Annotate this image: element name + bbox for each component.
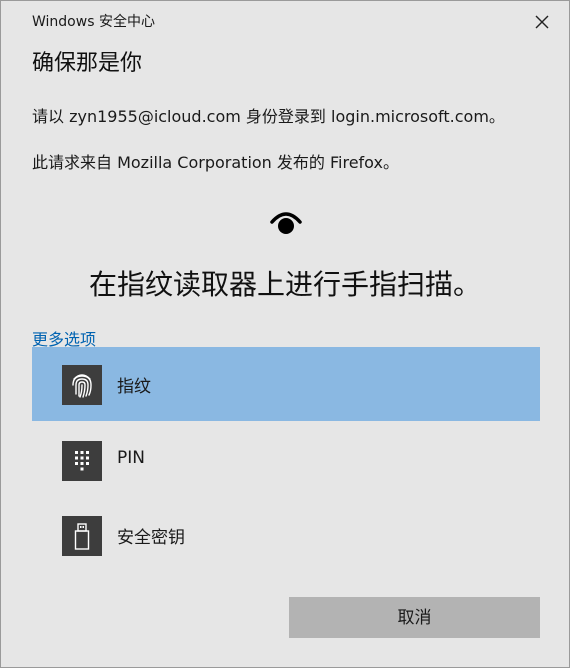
publisher-text: 此请求来自 Mozilla Corporation 发布的 Firefox。 <box>32 153 399 172</box>
dialog-heading: 确保那是你 <box>32 51 143 76</box>
close-button[interactable] <box>531 11 553 33</box>
cancel-button[interactable]: 取消 <box>289 597 540 638</box>
signin-account-text: 请以 zyn1955@icloud.com 身份登录到 login.micros… <box>32 107 505 126</box>
windows-security-dialog: Windows 安全中心 确保那是你 请以 zyn1955@icloud.com… <box>0 0 570 668</box>
usb-key-icon <box>62 516 102 556</box>
option-security-key[interactable]: 安全密钥 <box>32 498 540 572</box>
close-icon <box>535 15 549 29</box>
scan-prompt: 在指纹读取器上进行手指扫描。 <box>88 268 481 301</box>
fingerprint-icon <box>62 365 102 405</box>
option-security-key-label: 安全密钥 <box>117 528 185 548</box>
option-pin[interactable]: PIN <box>32 423 540 497</box>
option-fingerprint[interactable]: 指纹 <box>32 347 540 421</box>
biometric-eye-icon <box>270 212 302 234</box>
window-title: Windows 安全中心 <box>32 14 155 30</box>
option-fingerprint-label: 指纹 <box>117 377 151 397</box>
option-pin-label: PIN <box>117 448 145 468</box>
pin-keypad-icon <box>62 441 102 481</box>
